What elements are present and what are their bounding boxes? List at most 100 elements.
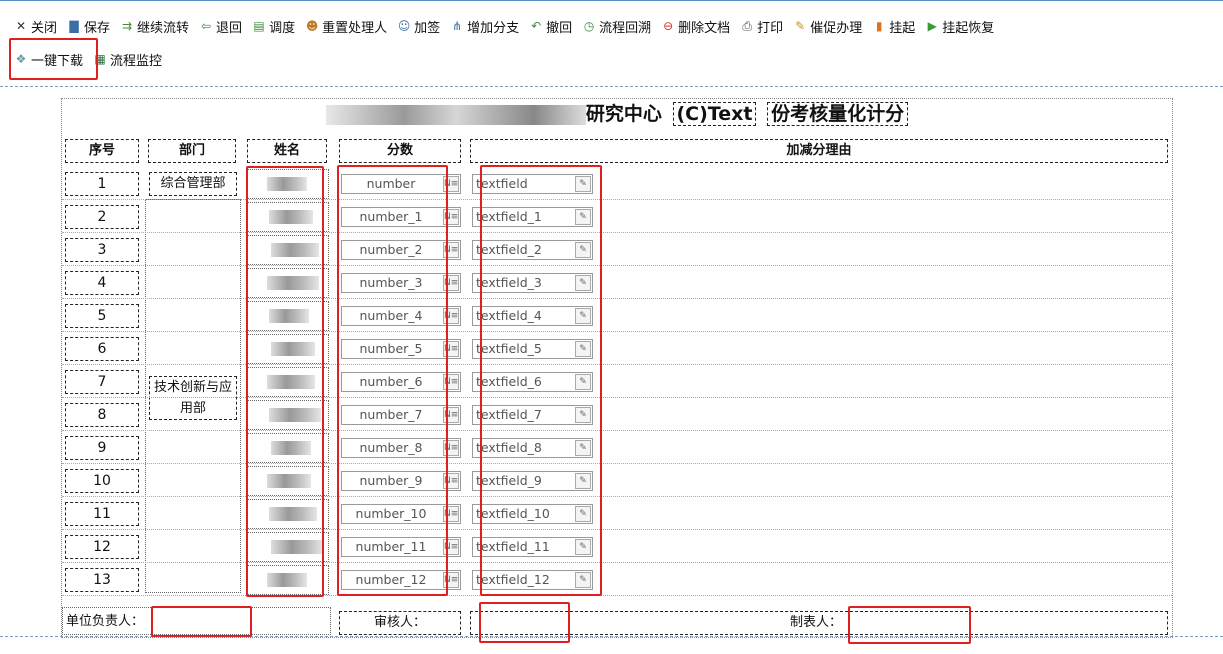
number-spinner-icon[interactable]: N≡ (443, 308, 459, 324)
reason-input[interactable]: textfield ✎ (472, 174, 593, 194)
edit-text-icon[interactable]: ✎ (575, 440, 591, 456)
add-sign-button[interactable]: ☺ 加签 (393, 15, 446, 37)
toolbar-row-2: ❖ 一键下载 ▦ 流程监控 (10, 47, 168, 71)
number-spinner-icon[interactable]: N≡ (443, 341, 459, 357)
row-divider (62, 199, 1172, 200)
toolbar-label: 继续流转 (137, 20, 190, 36)
add-sign-icon: ☺ (397, 19, 411, 33)
reason-input[interactable]: textfield_4 ✎ (472, 306, 593, 326)
edit-text-icon[interactable]: ✎ (575, 275, 591, 291)
score-input[interactable]: number_3 N≡ (341, 273, 461, 293)
title-part-2: (C)Text (672, 102, 757, 126)
edit-text-icon[interactable]: ✎ (575, 539, 591, 555)
redacted-name (267, 276, 319, 290)
reason-input[interactable]: textfield_3 ✎ (472, 273, 593, 293)
edit-text-icon[interactable]: ✎ (575, 572, 591, 588)
print-button[interactable]: ⎙ 打印 (736, 15, 789, 37)
header-score: 分数 (339, 139, 461, 163)
reason-value: textfield_10 (476, 506, 550, 521)
forward-button[interactable]: ⇉ 继续流转 (116, 15, 195, 37)
reason-input[interactable]: textfield_8 ✎ (472, 438, 593, 458)
print-icon: ⎙ (742, 19, 752, 33)
preparer-label: 制表人： (790, 615, 843, 630)
reason-input[interactable]: textfield_9 ✎ (472, 471, 593, 491)
edit-text-icon[interactable]: ✎ (575, 341, 591, 357)
unit-leader-input[interactable] (154, 610, 246, 632)
edit-text-icon[interactable]: ✎ (575, 473, 591, 489)
number-spinner-icon[interactable]: N≡ (443, 209, 459, 225)
history-button[interactable]: ◷ 流程回溯 (578, 15, 657, 37)
form-title: 研究中心 (C)Text 份考核量化计分 (62, 99, 1172, 129)
edit-text-icon[interactable]: ✎ (575, 242, 591, 258)
score-input[interactable]: number_11 N≡ (341, 537, 461, 557)
score-input[interactable]: number_10 N≡ (341, 504, 461, 524)
score-value: number_8 (359, 440, 423, 455)
score-input[interactable]: number N≡ (341, 174, 461, 194)
number-spinner-icon[interactable]: N≡ (443, 473, 459, 489)
row-divider (62, 397, 1172, 398)
row-seq: 6 (65, 337, 139, 361)
number-spinner-icon[interactable]: N≡ (443, 407, 459, 423)
pause-button[interactable]: ▮ 挂起 (868, 15, 921, 37)
edit-text-icon[interactable]: ✎ (575, 506, 591, 522)
number-spinner-icon[interactable]: N≡ (443, 176, 459, 192)
row-divider (62, 463, 1172, 464)
urge-icon: ✎ (795, 19, 806, 33)
reason-value: textfield_7 (476, 407, 542, 422)
number-spinner-icon[interactable]: N≡ (443, 539, 459, 555)
score-input[interactable]: number_9 N≡ (341, 471, 461, 491)
score-input[interactable]: number_4 N≡ (341, 306, 461, 326)
number-spinner-icon[interactable]: N≡ (443, 506, 459, 522)
number-spinner-icon[interactable]: N≡ (443, 275, 459, 291)
reason-input[interactable]: textfield_6 ✎ (472, 372, 593, 392)
score-input[interactable]: number_2 N≡ (341, 240, 461, 260)
unit-leader-label: 单位负责人： (66, 614, 145, 629)
download-button[interactable]: ❖ 一键下载 (10, 48, 89, 70)
save-button[interactable]: ▇ 保存 (63, 15, 116, 37)
edit-text-icon[interactable]: ✎ (575, 407, 591, 423)
score-input[interactable]: number_5 N≡ (341, 339, 461, 359)
number-spinner-icon[interactable]: N≡ (443, 374, 459, 390)
edit-text-icon[interactable]: ✎ (575, 176, 591, 192)
reason-value: textfield_5 (476, 341, 542, 356)
number-spinner-icon[interactable]: N≡ (443, 242, 459, 258)
score-value: number_3 (359, 275, 423, 290)
delete-button[interactable]: ⊖ 删除文档 (657, 15, 736, 37)
reason-input[interactable]: textfield_12 ✎ (472, 570, 593, 590)
edit-text-icon[interactable]: ✎ (575, 209, 591, 225)
row-seq: 2 (65, 205, 139, 229)
back-arrow-button[interactable]: ⇦ 退回 (195, 15, 248, 37)
score-input[interactable]: number_1 N≡ (341, 207, 461, 227)
reason-input[interactable]: textfield_1 ✎ (472, 207, 593, 227)
download-icon: ❖ (15, 52, 27, 66)
edit-text-icon[interactable]: ✎ (575, 308, 591, 324)
edit-text-icon[interactable]: ✎ (575, 374, 591, 390)
row-seq: 1 (65, 172, 139, 196)
score-input[interactable]: number_7 N≡ (341, 405, 461, 425)
dispatch-button[interactable]: ▤ 调度 (248, 15, 301, 37)
score-input[interactable]: number_6 N≡ (341, 372, 461, 392)
score-input[interactable]: number_12 N≡ (341, 570, 461, 590)
score-input[interactable]: number_8 N≡ (341, 438, 461, 458)
toolbar-label: 流程回溯 (599, 20, 652, 36)
reset-user-button[interactable]: ☻ 重置处理人 (301, 15, 393, 37)
reason-input[interactable]: textfield_2 ✎ (472, 240, 593, 260)
reason-input[interactable]: textfield_10 ✎ (472, 504, 593, 524)
back-arrow-icon: ⇦ (201, 19, 212, 33)
reason-input[interactable]: textfield_7 ✎ (472, 405, 593, 425)
header-reason: 加减分理由 (470, 139, 1168, 163)
toolbar-label: 流程监控 (110, 53, 163, 69)
reason-input[interactable]: textfield_5 ✎ (472, 339, 593, 359)
number-spinner-icon[interactable]: N≡ (443, 440, 459, 456)
resume-button[interactable]: ▶ 挂起恢复 (921, 15, 1000, 37)
branch-button[interactable]: ⋔ 增加分支 (446, 15, 525, 37)
toolbar-label: 退回 (216, 20, 243, 36)
reason-input[interactable]: textfield_11 ✎ (472, 537, 593, 557)
close-button[interactable]: ✕ 关闭 (10, 15, 63, 37)
history-icon: ◷ (583, 19, 595, 33)
monitor-button[interactable]: ▦ 流程监控 (89, 48, 168, 70)
score-value: number_10 (355, 506, 427, 521)
number-spinner-icon[interactable]: N≡ (443, 572, 459, 588)
undo-button[interactable]: ↶ 撤回 (525, 15, 578, 37)
urge-button[interactable]: ✎ 催促办理 (789, 15, 868, 37)
